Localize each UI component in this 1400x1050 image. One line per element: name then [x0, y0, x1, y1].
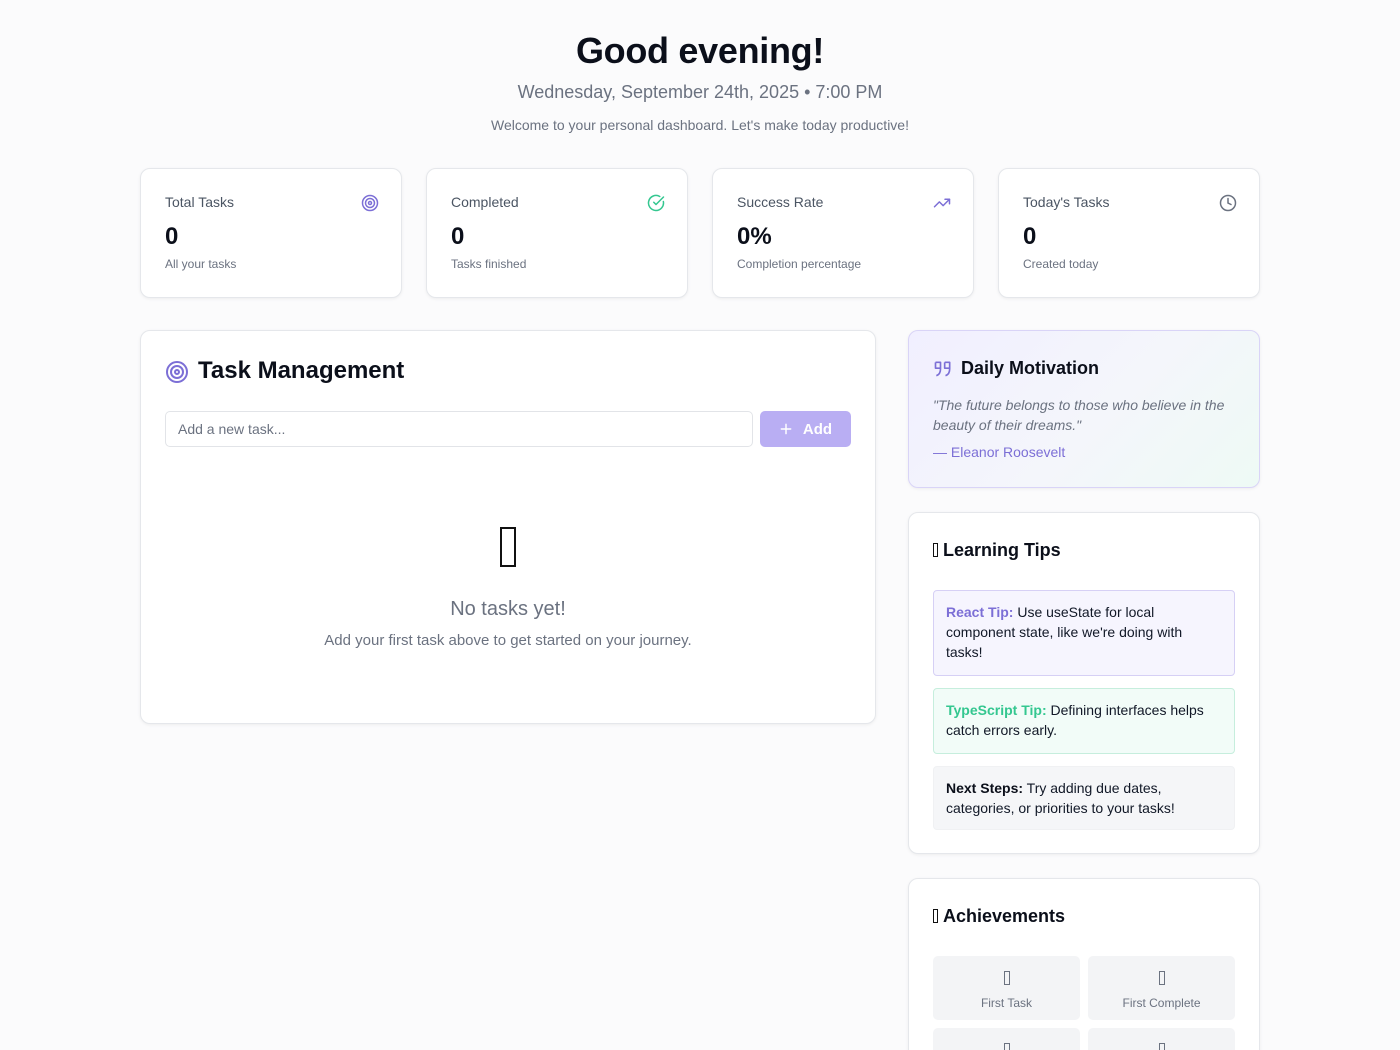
stat-card-total-tasks: Total Tasks 0 All your tasks [140, 168, 402, 298]
next-steps-label: Next Steps: [946, 780, 1024, 796]
achievement-tile [933, 1028, 1080, 1050]
quote-icon [934, 361, 951, 377]
task-management-title: Task Management [198, 357, 405, 384]
trophy-icon [933, 909, 938, 923]
next-steps-tip: Next Steps: Try adding due dates, catego… [933, 766, 1235, 830]
react-tip-label: React Tip: [946, 604, 1014, 620]
current-datetime: Wednesday, September 24th, 2025 • 7:00 P… [517, 82, 883, 102]
typescript-tip: TypeScript Tip: Defining interfaces help… [933, 688, 1235, 754]
target-icon [166, 361, 188, 383]
achievements-title: Achievements [943, 906, 1066, 926]
achievements-card: Achievements First Task First Complete [908, 878, 1260, 1050]
stat-card-success-rate: Success Rate 0% Completion percentage [712, 168, 974, 298]
achievement-tile [1088, 1028, 1235, 1050]
add-button-label: Add [802, 420, 833, 438]
stat-label: Today's Tasks [1023, 194, 1110, 210]
learning-tips-card: Learning Tips React Tip: Use useState fo… [908, 512, 1260, 854]
stat-value: 0 [165, 223, 179, 250]
trending-up-icon [933, 198, 951, 208]
stat-subtitle: Created today [1023, 257, 1099, 271]
lightbulb-icon [933, 543, 938, 557]
stat-label: Total Tasks [165, 194, 234, 210]
react-tip: React Tip: Use useState for local compon… [933, 590, 1235, 676]
stat-label: Success Rate [737, 194, 824, 210]
achievement-label: First Task [980, 996, 1033, 1010]
new-task-input[interactable] [165, 411, 753, 447]
stat-card-completed: Completed 0 Tasks finished [426, 168, 688, 298]
achievement-icon [1088, 971, 1235, 990]
task-management-card: Task Management Add No tasks yet! Add yo… [140, 330, 876, 724]
learning-tips-title: Learning Tips [943, 540, 1061, 560]
empty-state-title: No tasks yet! [450, 598, 566, 620]
motivation-quote: "The future belongs to those who believe… [933, 397, 1225, 433]
stat-label: Completed [451, 194, 519, 210]
motivation-author: — Eleanor Roosevelt [933, 444, 1066, 460]
achievement-icon [1088, 1043, 1235, 1050]
stat-value: 0 [1023, 223, 1037, 250]
stat-card-todays-tasks: Today's Tasks 0 Created today [998, 168, 1260, 298]
greeting-title: Good evening! [575, 30, 825, 71]
stat-subtitle: All your tasks [165, 257, 237, 271]
achievements-heading: Achievements [933, 906, 1065, 927]
achievement-first-complete: First Complete [1088, 956, 1235, 1020]
achievement-icon [933, 971, 1080, 990]
stat-value: 0 [451, 223, 465, 250]
welcome-message: Welcome to your personal dashboard. Let'… [491, 117, 909, 133]
daily-motivation-card: Daily Motivation "The future belongs to … [908, 330, 1260, 488]
add-task-button[interactable]: Add [760, 411, 851, 447]
stat-subtitle: Completion percentage [737, 257, 862, 271]
check-circle-icon [647, 194, 665, 212]
learning-tips-heading: Learning Tips [933, 540, 1061, 561]
empty-state-subtitle: Add your first task above to get started… [324, 632, 692, 649]
stat-subtitle: Tasks finished [451, 257, 527, 271]
target-icon [361, 194, 379, 212]
clock-icon [1219, 194, 1237, 212]
stat-value: 0% [737, 223, 772, 250]
motivation-title: Daily Motivation [961, 358, 1100, 378]
achievement-icon [933, 1043, 1080, 1050]
plus-icon [780, 423, 792, 435]
achievement-first-task: First Task [933, 956, 1080, 1020]
typescript-tip-label: TypeScript Tip: [946, 702, 1047, 718]
achievement-label: First Complete [1122, 996, 1201, 1010]
empty-state-icon [141, 521, 875, 579]
